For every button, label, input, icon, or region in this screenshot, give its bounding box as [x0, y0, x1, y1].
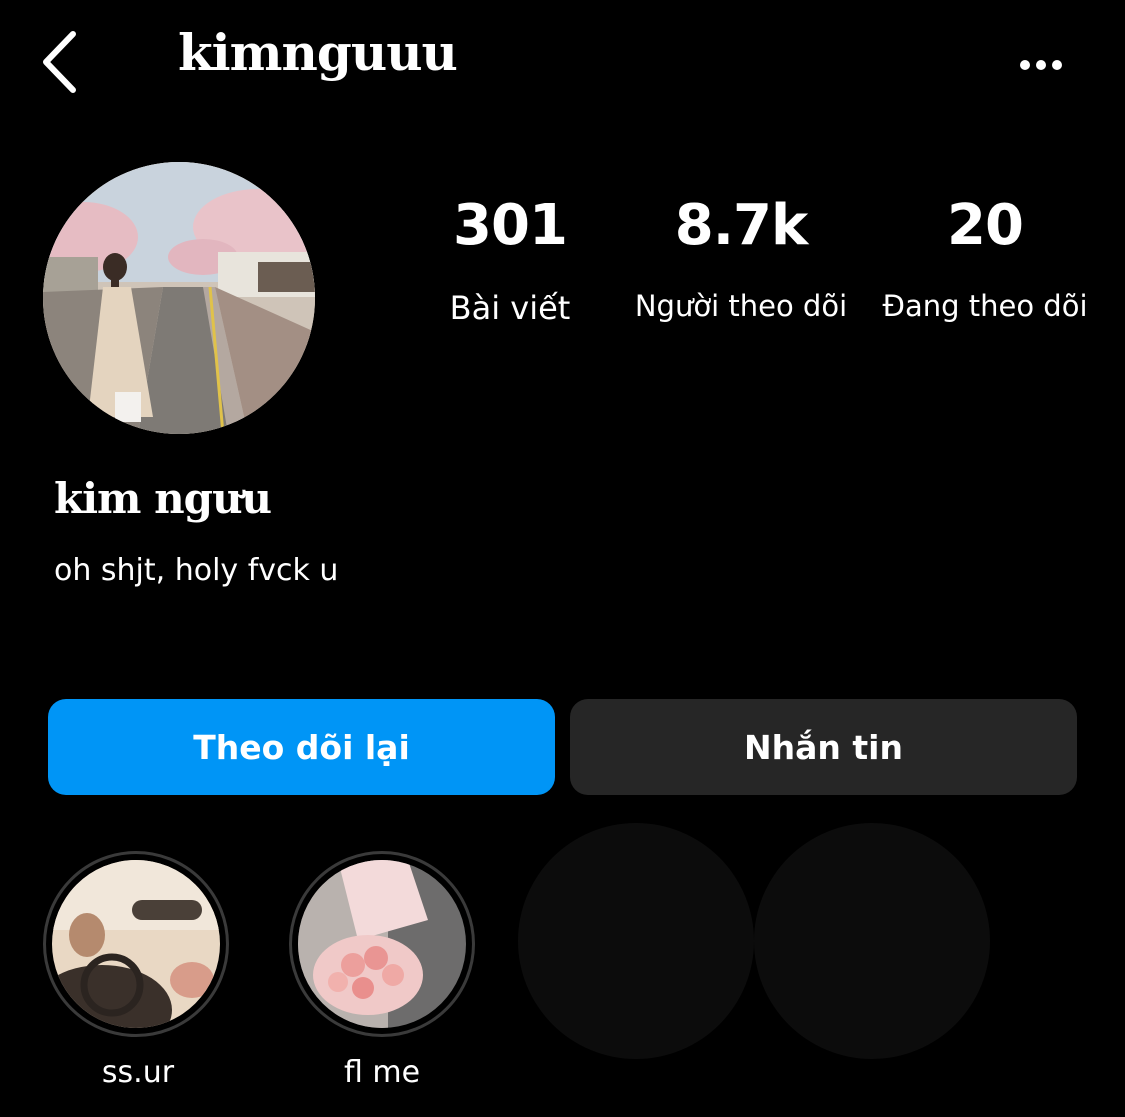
highlight-label: fl me [343, 1055, 421, 1090]
highlight-cover-image [298, 860, 466, 1028]
highlight-cover-image [52, 860, 220, 1028]
highlight-item[interactable] [43, 851, 229, 1037]
posts-stat[interactable]: 301 Bài viết [420, 193, 600, 327]
display-name: kim ngưu [54, 474, 272, 523]
back-chevron-icon[interactable] [40, 30, 80, 94]
profile-avatar[interactable] [43, 162, 315, 434]
following-label: Đang theo dõi [882, 289, 1088, 323]
following-count: 20 [947, 193, 1024, 258]
posts-label: Bài viết [449, 289, 571, 327]
highlight-label: ss.ur [101, 1055, 175, 1090]
highlight-placeholder [754, 823, 990, 1059]
followers-count: 8.7k [674, 193, 808, 258]
more-options-icon[interactable] [1018, 57, 1064, 73]
follow-back-button[interactable]: Theo dõi lại [48, 699, 555, 795]
posts-count: 301 [453, 193, 568, 258]
profile-username: kimnguuu [178, 23, 458, 82]
following-stat[interactable]: 20 Đang theo dõi [868, 198, 1102, 321]
followers-stat[interactable]: 8.7k Người theo dõi [628, 198, 854, 321]
followers-label: Người theo dõi [634, 289, 848, 323]
message-button[interactable]: Nhắn tin [570, 699, 1077, 795]
highlight-placeholder [518, 823, 754, 1059]
highlight-item[interactable] [289, 851, 475, 1037]
bio-text: oh shjt, holy fvck u [54, 553, 339, 588]
